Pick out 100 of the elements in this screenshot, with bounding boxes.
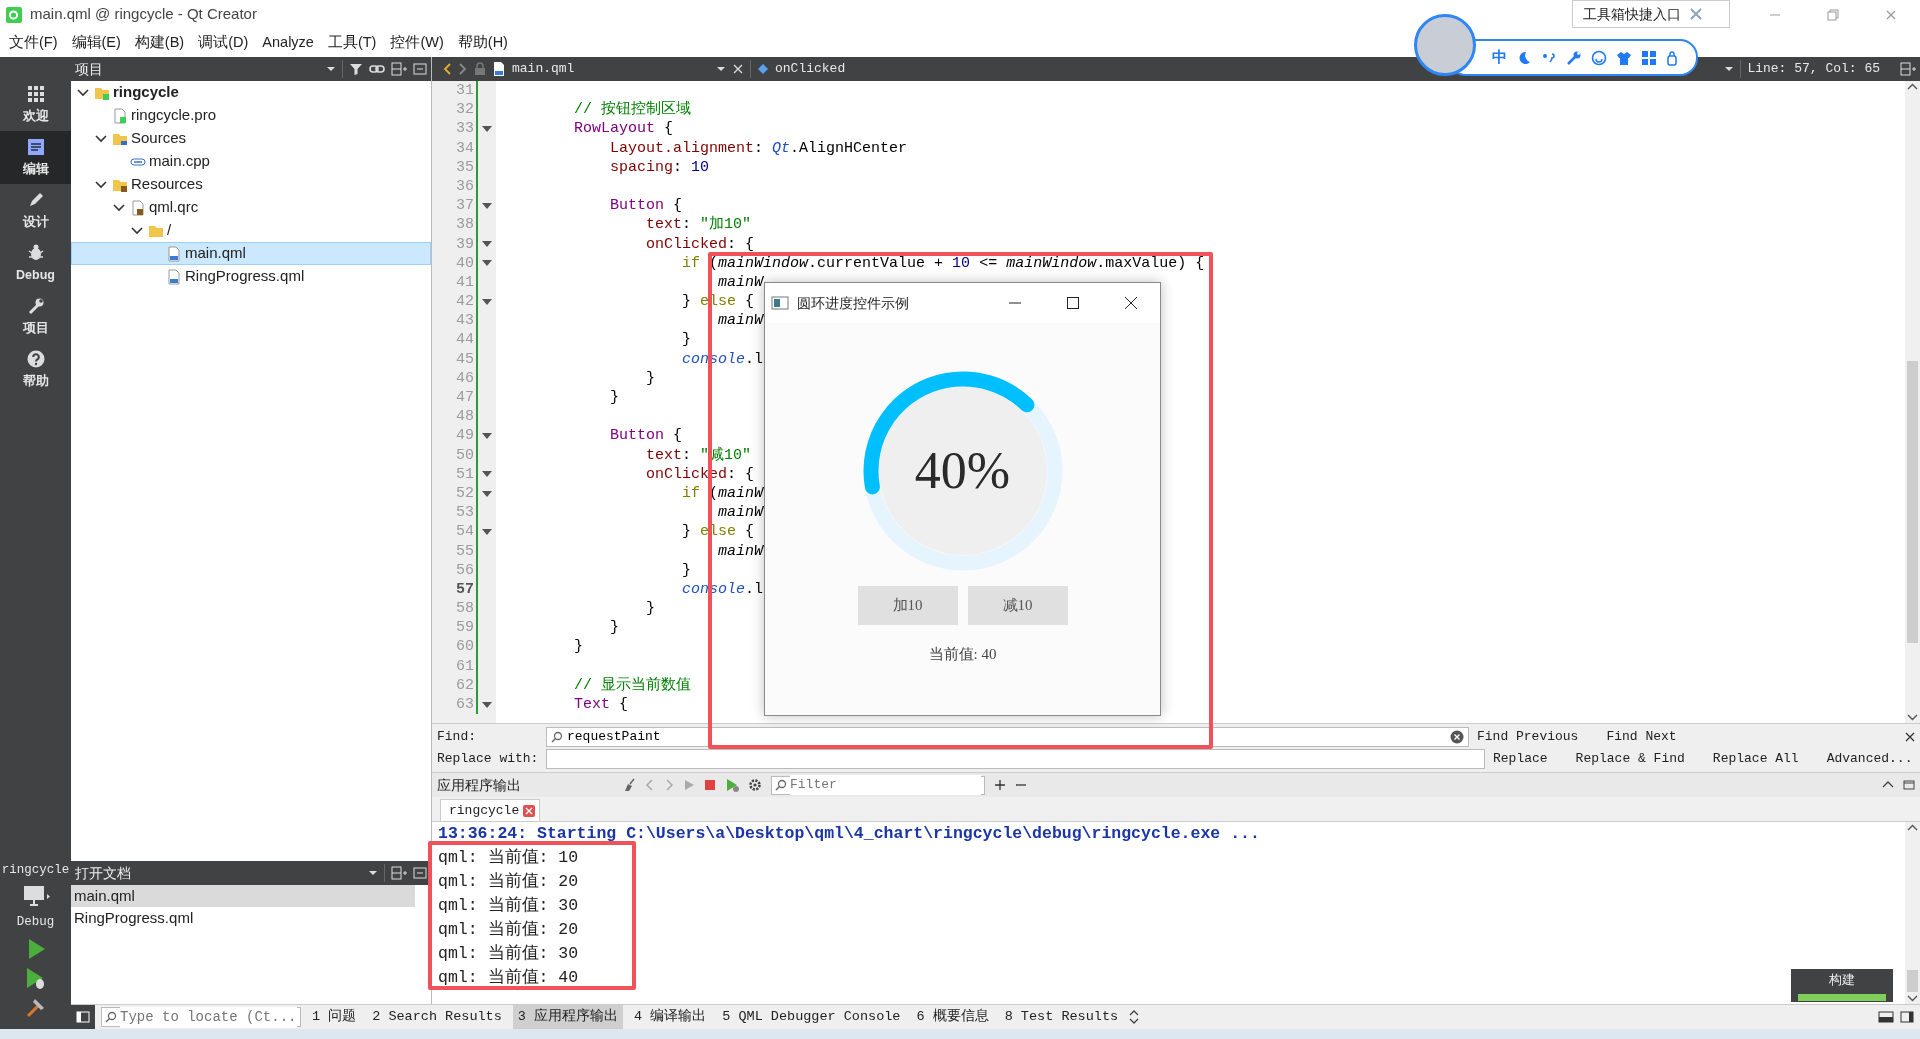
window-title: main.qml @ ringcycle - Qt Creator [30, 4, 257, 25]
lock-icon[interactable] [1666, 49, 1678, 66]
tree-item[interactable]: RingProgress.qml [71, 265, 431, 288]
clear-icon[interactable] [1450, 730, 1464, 744]
status-tab[interactable]: 5 QML Debugger Console [717, 1004, 906, 1030]
shirt-icon[interactable] [1616, 49, 1632, 66]
find-action[interactable]: Replace & Find [1575, 749, 1685, 769]
fold-icon[interactable] [482, 201, 492, 210]
status-tab[interactable]: 4 编译输出 [629, 1004, 712, 1030]
wrench-icon[interactable] [1566, 49, 1582, 66]
tree-item[interactable]: Sources [71, 127, 431, 150]
split-icon[interactable] [1900, 62, 1916, 76]
document-item[interactable]: main.qml [71, 885, 415, 907]
smiley-icon[interactable] [1591, 49, 1607, 66]
replace-field[interactable] [546, 749, 1485, 769]
close-pane-icon[interactable] [413, 866, 427, 880]
menu-item[interactable]: 控件(W) [383, 30, 451, 56]
back-icon[interactable] [442, 62, 452, 76]
find-action[interactable]: Find Previous [1477, 727, 1579, 747]
cursor-position: Line: 57, Col: 65 [1747, 60, 1880, 79]
build-button[interactable]: 构建 [1791, 969, 1893, 1002]
mode-button[interactable]: 帮助 [0, 343, 71, 396]
tree-item[interactable]: / [71, 219, 431, 242]
line-number: 43 [455, 311, 474, 331]
menu-item[interactable]: 工具(T) [320, 30, 384, 56]
mode-button[interactable]: 设计 [0, 184, 71, 237]
find-action[interactable]: Advanced... [1826, 749, 1913, 769]
close-tab-icon[interactable] [523, 804, 536, 817]
fold-icon[interactable] [482, 431, 492, 440]
find-action[interactable]: Find Next [1606, 727, 1677, 747]
fold-icon[interactable] [482, 470, 492, 479]
code-line: mainW [717, 311, 764, 331]
tree-item[interactable]: Resources [71, 173, 431, 196]
code-line: // 按钮控制区域 [573, 100, 692, 120]
ime-mode[interactable]: 中 [1492, 46, 1507, 69]
status-tab[interactable]: 1 问题 [307, 1004, 362, 1030]
status-tab[interactable]: 2 Search Results [367, 1004, 507, 1030]
stop-icon[interactable] [704, 779, 716, 791]
tree-item[interactable]: qml.qrc [71, 196, 431, 219]
menu-item[interactable]: 帮助(H) [450, 30, 515, 56]
symbol-selector[interactable]: onClicked [757, 59, 846, 79]
mode-button[interactable]: 项目 [0, 290, 71, 343]
mode-button[interactable]: Debug [0, 237, 71, 290]
scrollbar-thumb[interactable] [1907, 361, 1918, 643]
scrollbar-thumb[interactable] [1907, 970, 1918, 992]
fold-icon[interactable] [482, 489, 492, 498]
find-action[interactable]: Replace [1493, 749, 1548, 769]
close-icon[interactable] [1904, 731, 1916, 743]
line-number: 47 [455, 388, 474, 408]
grid-icon [25, 83, 46, 104]
fold-icon[interactable] [482, 124, 492, 133]
up-down-icon[interactable] [1129, 1010, 1140, 1024]
fold-icon[interactable] [482, 240, 492, 249]
tree-item[interactable]: main.qml [71, 242, 431, 265]
sidebar-toggle[interactable] [71, 1005, 95, 1029]
mode-button[interactable]: 编辑 [0, 131, 71, 184]
filter-field[interactable]: Filter [771, 775, 985, 795]
plus-icon[interactable] [994, 779, 1006, 791]
mode-button[interactable]: 欢迎 [0, 78, 71, 131]
fold-icon[interactable] [482, 259, 492, 268]
status-tab[interactable]: 8 Test Results [999, 1004, 1124, 1030]
dialog-button[interactable]: 加10 [857, 586, 958, 625]
dialog-button[interactable]: 减10 [967, 586, 1068, 625]
clean-icon[interactable] [622, 778, 636, 792]
caret-icon[interactable] [368, 868, 378, 878]
fold-icon[interactable] [482, 297, 492, 306]
caret-icon [716, 64, 726, 74]
close-pane-icon[interactable] [413, 62, 427, 76]
locate-field[interactable]: Type to locate (Ct... [101, 1007, 301, 1027]
fold-icon[interactable] [482, 527, 492, 536]
fold-icon[interactable] [482, 700, 492, 709]
output-tab[interactable]: ringcycle [440, 799, 541, 821]
menu-item[interactable]: Analyze [255, 30, 321, 56]
document-item[interactable]: RingProgress.qml [71, 907, 415, 929]
link-icon[interactable] [369, 62, 385, 76]
sidebar-icon[interactable] [1900, 1011, 1914, 1023]
caret-icon[interactable] [326, 64, 336, 74]
tree-item[interactable]: main.cpp [71, 150, 431, 173]
close-icon[interactable] [1125, 297, 1137, 309]
menu-item[interactable]: 编辑(E) [64, 30, 128, 56]
file-selector[interactable]: main.qml [492, 59, 726, 79]
menu-item[interactable]: 构建(B) [127, 30, 192, 56]
status-tab[interactable]: 3 应用程序输出 [512, 1004, 624, 1030]
filter-icon[interactable] [349, 62, 363, 76]
menu-item[interactable]: 文件(F) [2, 30, 65, 56]
line-number: 58 [455, 599, 474, 619]
grid-icon[interactable] [1641, 49, 1657, 66]
split-icon[interactable] [391, 866, 407, 880]
caret-icon[interactable] [1724, 64, 1735, 74]
tree-item[interactable]: ringcycle.pro [71, 104, 431, 127]
split-icon[interactable] [391, 62, 407, 76]
status-tab[interactable]: 6 概要信息 [911, 1004, 994, 1030]
find-action[interactable]: Replace All [1712, 749, 1799, 769]
output-toggle-icon[interactable] [1878, 1011, 1894, 1023]
menu-item[interactable]: 调试(D) [191, 30, 256, 56]
tree-item[interactable]: ringcycle [71, 81, 431, 104]
maximize-icon[interactable] [1067, 297, 1079, 309]
forward-icon[interactable] [458, 62, 468, 76]
line-number: 59 [455, 618, 474, 638]
settings-icon[interactable] [748, 778, 762, 792]
